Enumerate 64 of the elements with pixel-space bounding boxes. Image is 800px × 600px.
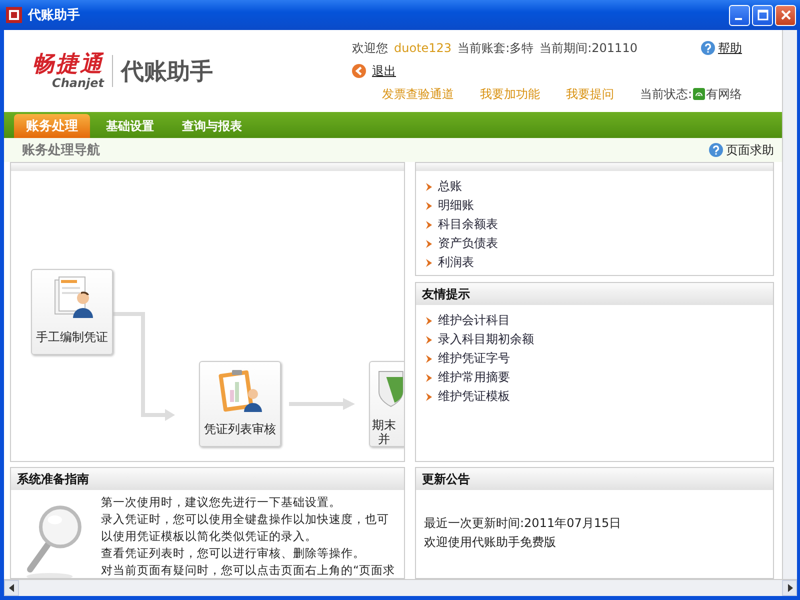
list-link[interactable]: 资产负债表 — [438, 235, 498, 252]
chevron-icon — [426, 202, 432, 210]
list-link[interactable]: 总账 — [438, 178, 462, 195]
list-link[interactable]: 维护常用摘要 — [438, 369, 510, 386]
list-link[interactable]: 明细账 — [438, 197, 474, 214]
minimize-button[interactable] — [729, 4, 750, 26]
left-arrow-icon — [8, 584, 16, 592]
chevron-icon — [426, 374, 432, 382]
logout-link[interactable]: 退出 — [372, 62, 396, 80]
list-link[interactable]: 利润表 — [438, 254, 474, 271]
window-title: 代账助手 — [28, 6, 81, 24]
period-text: 当前期间:201110 — [540, 40, 638, 56]
logo-subtitle: Chanjet — [52, 77, 104, 89]
maximize-icon — [756, 8, 770, 22]
flow-node[interactable]: 期末 并 — [369, 361, 404, 447]
panel-title: 系统准备指南 — [17, 470, 89, 488]
page-help-link[interactable]: 页面求助 — [726, 142, 774, 158]
logout-icon — [352, 64, 366, 78]
scroll-right-button[interactable] — [782, 580, 797, 596]
chevron-icon — [426, 182, 432, 190]
news-text: 欢迎使用代账助手免费版 — [424, 534, 557, 551]
scroll-left-button[interactable] — [4, 580, 19, 596]
chevron-icon — [426, 316, 432, 324]
flow-node[interactable]: 手工编制凭证 — [31, 269, 113, 355]
list-link[interactable]: 录入科目期初余额 — [438, 331, 534, 348]
guide-text: 录入凭证时，您可以使用全键盘操作以加快速度，也可以使用凭证模板以简化类似凭证的录入。 — [101, 511, 390, 545]
right-arrow-icon — [786, 584, 794, 592]
list-link[interactable]: 维护凭证模板 — [438, 388, 510, 405]
flow-node[interactable]: 凭证列表审核 — [199, 361, 281, 447]
network-icon — [693, 88, 705, 100]
page-title: 账务处理导航 — [22, 142, 100, 159]
app-icon — [6, 7, 22, 23]
help-icon — [709, 143, 723, 157]
help-link[interactable]: 帮助 — [718, 40, 742, 56]
status-text: 有网络 — [706, 86, 742, 102]
chevron-icon — [426, 392, 432, 400]
username: duote123 — [394, 41, 452, 55]
vertical-scrollbar[interactable] — [782, 30, 797, 579]
chevron-icon — [426, 220, 432, 228]
list-link[interactable]: 维护会计科目 — [438, 312, 510, 329]
product-name: 代账助手 — [121, 58, 213, 86]
list-link[interactable]: 维护凭证字号 — [438, 350, 510, 367]
panel-title: 更新公告 — [422, 470, 470, 488]
chevron-icon — [426, 258, 432, 266]
close-button[interactable] — [775, 4, 796, 26]
panel-title: 友情提示 — [422, 286, 470, 302]
chevron-icon — [426, 240, 432, 248]
chevron-icon — [426, 336, 432, 344]
minimize-icon — [734, 18, 742, 20]
horizontal-scrollbar[interactable] — [4, 579, 797, 596]
help-icon — [701, 41, 715, 55]
close-icon — [778, 8, 792, 22]
account-text: 当前账套:多特 — [458, 40, 534, 56]
chevron-icon — [426, 354, 432, 362]
guide-text: 对当前页面有疑问时，您可以点击页面右上角的“页面求 — [101, 562, 396, 578]
list-link[interactable]: 科目余额表 — [438, 216, 498, 233]
flow-arrow — [289, 398, 355, 410]
guide-text: 查看凭证列表时，您可以进行审核、删除等操作。 — [101, 545, 366, 562]
welcome-text: 欢迎您 — [352, 40, 388, 56]
news-text: 最近一次更新时间:2011年07月15日 — [424, 515, 622, 532]
logo-brand: 畅捷通 — [32, 53, 104, 77]
status-label: 当前状态: — [640, 86, 692, 102]
maximize-button[interactable] — [752, 4, 773, 26]
guide-text: 第一次使用时，建议您先进行一下基础设置。 — [101, 494, 342, 511]
